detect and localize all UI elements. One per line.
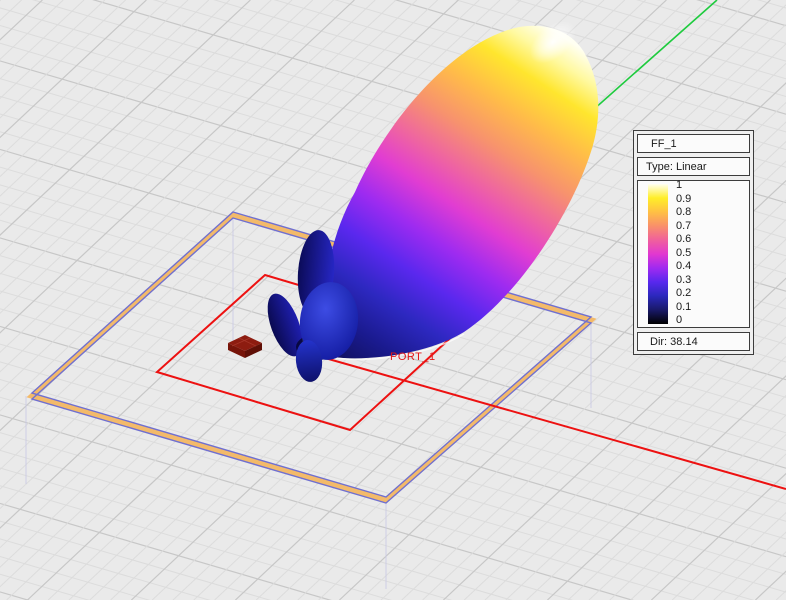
colorbar-gradient — [648, 184, 668, 324]
colorbar-tick-label: 0.8 — [676, 206, 692, 218]
colorbar-tick-label: 0.2 — [676, 287, 692, 299]
colorbar-ticks: 1 0.9 0.8 0.7 0.6 0.5 0.4 0.3 0.2 0.1 0 — [676, 180, 691, 326]
farfield-legend: FF_1 Type: Linear 1 0.9 0.8 0.7 0.6 0.5 0.4 0.3… — [633, 130, 754, 355]
colorbar-tick-label: 0.6 — [676, 233, 692, 245]
colorbar-tick-label: 0.3 — [676, 273, 692, 286]
legend-colorbar: 1 0.9 0.8 0.7 0.6 0.5 0.4 0.3 0.2 0.1 0 — [637, 180, 750, 328]
port-label: PORT_1 — [390, 351, 436, 363]
colorbar-tick-label: 1 — [676, 179, 683, 191]
viewport-stage: PORT_1 FF_1 Type: Linear 1 0.9 0.8 0.7 0.6 0.… — [0, 0, 786, 600]
colorbar-tick-label: 0.1 — [676, 300, 692, 313]
legend-directivity: Dir: 38.14 — [637, 332, 750, 351]
colorbar-tick-label: 0.9 — [676, 192, 692, 205]
colorbar-tick-label: 0.4 — [676, 260, 692, 272]
legend-title: FF_1 — [637, 134, 750, 153]
colorbar-tick-label: 0 — [676, 314, 683, 326]
colorbar-tick-label: 0.5 — [676, 246, 692, 259]
legend-scale-type: Type: Linear — [637, 157, 750, 176]
colorbar-tick-label: 0.7 — [676, 219, 692, 232]
